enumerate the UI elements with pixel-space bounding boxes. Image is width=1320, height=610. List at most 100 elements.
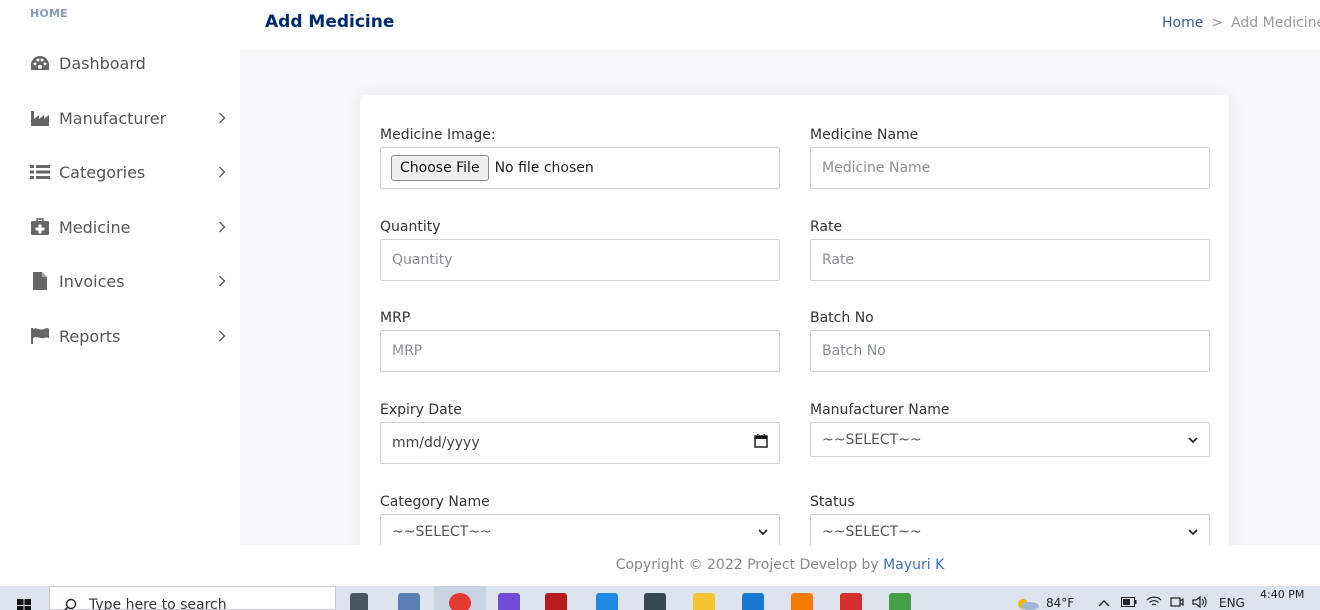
medicine-image-field: Medicine Image: Choose File No file chos… <box>380 127 780 189</box>
language-indicator[interactable]: ENG <box>1219 596 1245 610</box>
pdf-reader-icon[interactable] <box>840 593 862 610</box>
file-icon <box>30 271 50 291</box>
sidebar-item-categories[interactable]: Categories <box>0 152 240 192</box>
expiry-date-label: Expiry Date <box>380 402 462 418</box>
batch-no-label: Batch No <box>810 310 874 326</box>
calendar-icon[interactable] <box>754 434 768 452</box>
medicine-name-input[interactable]: Medicine Name <box>810 147 1210 189</box>
category-name-field: Category Name ~~SELECT~~ <box>380 494 780 549</box>
status-field: Status ~~SELECT~~ <box>810 494 1210 549</box>
sidebar-heading: HOME <box>30 7 68 20</box>
page-header: Add Medicine Home > Add Medicine <box>240 0 1320 50</box>
copyright-text: Copyright © 2022 Project Develop by Mayu… <box>240 557 1320 573</box>
sidebar-item-label: Medicine <box>59 217 131 237</box>
battery-icon[interactable] <box>1121 596 1137 610</box>
sidebar-item-label: Dashboard <box>59 53 146 73</box>
sidebar-item-manufacturer[interactable]: Manufacturer <box>0 98 240 138</box>
breadcrumb-separator: > <box>1211 15 1224 31</box>
status-label: Status <box>810 494 855 510</box>
sidebar-item-label: Reports <box>59 326 121 346</box>
list-icon <box>30 162 50 182</box>
sidebar-item-label: Invoices <box>59 271 125 291</box>
chevron-right-icon <box>216 112 228 124</box>
chevron-right-icon <box>216 330 228 342</box>
sidebar-item-invoices[interactable]: Invoices <box>0 261 240 301</box>
add-medicine-form-card: Medicine Image: Choose File No file chos… <box>360 95 1229 555</box>
batch-no-field: Batch No Batch No <box>810 310 1210 372</box>
quantity-label: Quantity <box>380 219 441 235</box>
terminal-icon[interactable] <box>644 593 666 610</box>
status-select-value: ~~SELECT~~ <box>822 523 922 540</box>
breadcrumb: Home > Add Medicine <box>1162 15 1320 31</box>
factory-icon <box>30 108 50 128</box>
teams-icon[interactable] <box>498 593 520 610</box>
quantity-input[interactable]: Quantity <box>380 239 780 281</box>
page-title: Add Medicine <box>265 12 395 32</box>
mrp-label: MRP <box>380 310 411 326</box>
meet-now-icon[interactable] <box>1170 596 1184 610</box>
flag-icon <box>30 326 50 346</box>
volume-icon[interactable] <box>1192 595 1208 610</box>
expiry-date-field: Expiry Date mm/dd/yyyy <box>380 402 780 464</box>
chrome-icon[interactable] <box>449 593 471 610</box>
sidebar-item-medicine[interactable]: Medicine <box>0 207 240 247</box>
taskbar-clock[interactable]: 4:40 PM <box>1260 588 1304 601</box>
mrp-field: MRP MRP <box>380 310 780 372</box>
sidebar-item-label: Manufacturer <box>59 108 167 128</box>
sidebar-item-reports[interactable]: Reports <box>0 316 240 356</box>
choose-file-button[interactable]: Choose File <box>391 155 489 181</box>
medicine-image-input[interactable]: Choose File No file chosen <box>380 147 780 189</box>
breadcrumb-current: Add Medicine <box>1231 15 1320 31</box>
manufacturer-name-field: Manufacturer Name ~~SELECT~~ <box>810 402 1210 457</box>
chevron-up-icon[interactable] <box>1098 596 1110 610</box>
search-placeholder: Type here to search <box>89 597 227 610</box>
breadcrumb-home-link[interactable]: Home <box>1162 15 1203 31</box>
sidebar: HOME Dashboard Manufacturer Categories M… <box>0 0 240 586</box>
chevron-right-icon <box>216 275 228 287</box>
expiry-date-input[interactable]: mm/dd/yyyy <box>380 422 780 464</box>
file-explorer-icon[interactable] <box>693 593 715 610</box>
app-icon[interactable] <box>889 593 911 610</box>
category-select[interactable]: ~~SELECT~~ <box>380 514 780 549</box>
weather-icon[interactable] <box>1014 596 1040 610</box>
chevron-right-icon <box>216 166 228 178</box>
vscode-icon[interactable] <box>742 593 764 610</box>
medical-kit-icon <box>30 217 50 237</box>
rate-label: Rate <box>810 219 843 235</box>
file-status-text: No file chosen <box>494 160 594 176</box>
task-view-icon[interactable] <box>350 593 368 610</box>
weather-temperature[interactable]: 84°F <box>1046 596 1074 610</box>
xampp-icon[interactable] <box>791 593 813 610</box>
copyright-prefix: Copyright © 2022 Project Develop by <box>615 557 884 573</box>
rate-input[interactable]: Rate <box>810 239 1210 281</box>
search-icon <box>63 597 77 610</box>
manufacturer-name-label: Manufacturer Name <box>810 402 950 418</box>
access-icon[interactable] <box>545 593 567 610</box>
category-select-value: ~~SELECT~~ <box>392 523 492 540</box>
rate-field: Rate Rate <box>810 219 1210 281</box>
expiry-date-placeholder: mm/dd/yyyy <box>392 435 480 451</box>
medicine-name-field: Medicine Name Medicine Name <box>810 127 1210 189</box>
batch-no-input[interactable]: Batch No <box>810 330 1210 372</box>
chevron-down-icon <box>1188 524 1198 540</box>
sidebar-item-dashboard[interactable]: Dashboard <box>0 43 240 83</box>
wifi-icon[interactable] <box>1146 596 1162 610</box>
page-footer: Copyright © 2022 Project Develop by Mayu… <box>240 545 1320 586</box>
status-select[interactable]: ~~SELECT~~ <box>810 514 1210 549</box>
chevron-right-icon <box>216 221 228 233</box>
chevron-down-icon <box>1188 432 1198 448</box>
windows-start-icon[interactable] <box>17 597 31 610</box>
chevron-down-icon <box>758 524 768 540</box>
taskbar-search-box[interactable]: Type here to search <box>49 586 336 610</box>
author-link[interactable]: Mayuri K <box>883 557 944 573</box>
quantity-field: Quantity Quantity <box>380 219 780 281</box>
calendar-app-icon[interactable] <box>596 593 618 610</box>
mrp-input[interactable]: MRP <box>380 330 780 372</box>
manufacturer-select-value: ~~SELECT~~ <box>822 431 922 448</box>
manufacturer-select[interactable]: ~~SELECT~~ <box>810 422 1210 457</box>
medicine-image-label: Medicine Image: <box>380 127 496 143</box>
dashboard-icon <box>30 53 50 73</box>
app-pinned-icon[interactable] <box>398 593 420 610</box>
medicine-name-label: Medicine Name <box>810 127 919 143</box>
taskbar: Type here to search 84°F ENG 4:40 PM <box>0 586 1320 610</box>
